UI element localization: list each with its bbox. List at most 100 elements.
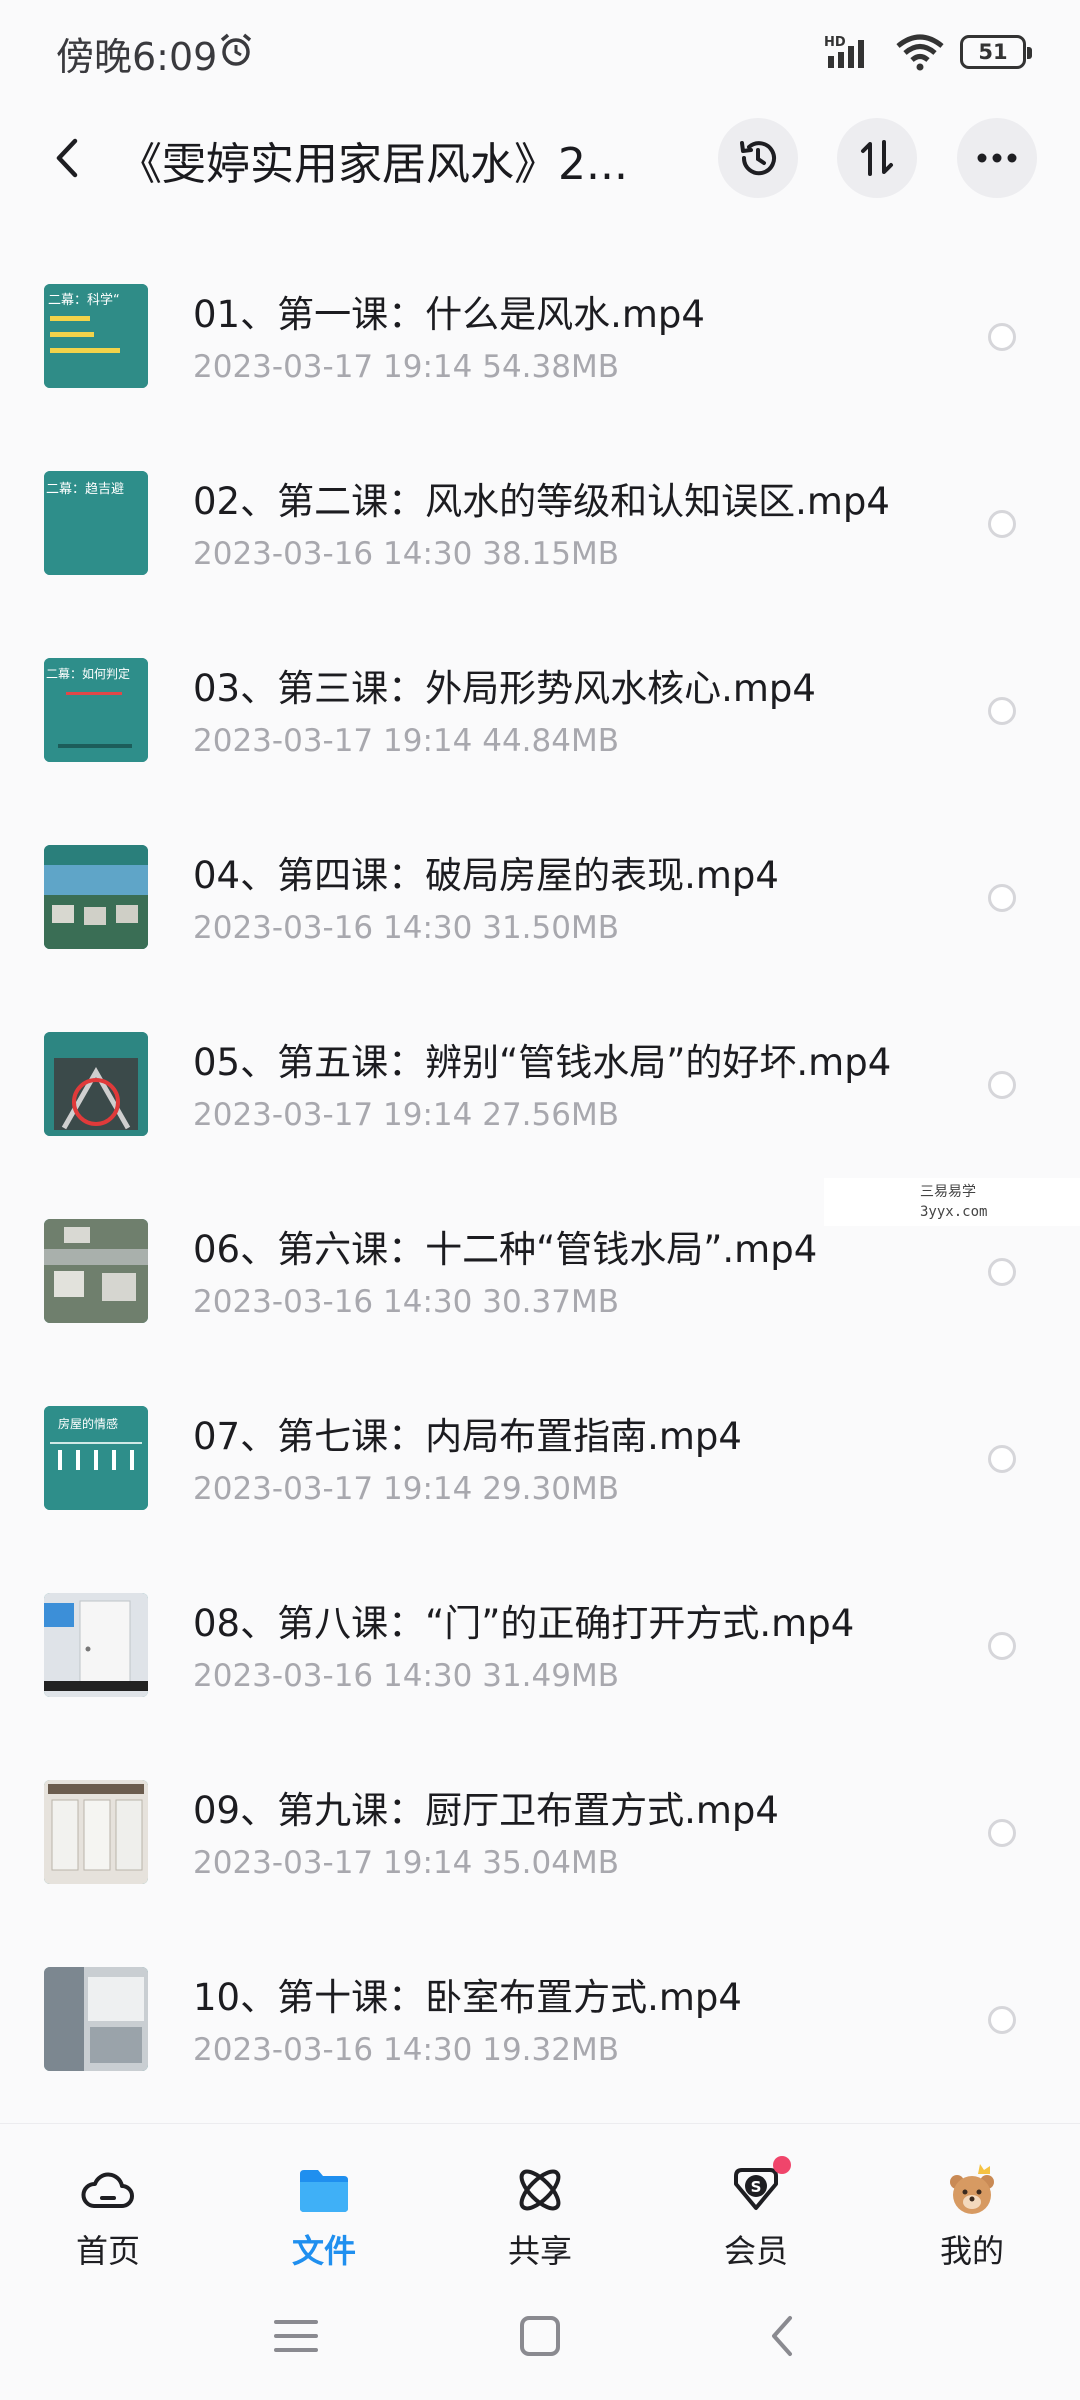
chevron-left-icon [56,138,78,178]
file-meta: 2023-03-16 14:30 30.37MB [193,1284,619,1320]
file-meta: 2023-03-17 19:14 44.84MB [193,723,619,759]
file-date: 2023-03-17 [193,1845,374,1881]
signal-icon: HD [824,35,864,68]
wifi-icon [896,34,944,71]
file-name: 01、第一课：什么是风水.mp4 [193,293,705,336]
video-thumbnail [44,1593,148,1697]
folder-icon [300,2170,348,2212]
tab-files[interactable]: 文件 [259,2162,389,2272]
file-meta: 2023-03-17 19:14 29.30MB [193,1471,619,1507]
alarm-icon [220,33,252,66]
video-thumbnail [44,1032,148,1136]
file-row[interactable]: 04、第四课：破局房屋的表现.mp4 2023-03-16 14:30 31.5… [0,781,1080,968]
select-radio[interactable] [988,1445,1016,1473]
file-size: 31.50MB [482,910,619,946]
file-name: 08、第八课：“门”的正确打开方式.mp4 [193,1602,855,1645]
watermark-line2: 3yyx.com [920,1204,988,1220]
file-date: 2023-03-16 [193,1658,374,1694]
file-row[interactable]: 二幕：趋吉避 02、第二课：风水的等级和认知误区.mp4 2023-03-16 … [0,407,1080,594]
file-size: 38.15MB [482,536,619,572]
network-type-label: HD [824,35,846,50]
file-date: 2023-03-16 [193,1284,374,1320]
status-bar: 傍晚6:09 HD 51 [0,0,1080,100]
bear-avatar-icon [950,2164,994,2214]
select-radio[interactable] [988,1258,1016,1286]
file-row[interactable]: 05、第五课：辨别“管钱水局”的好坏.mp4 2023-03-17 19:14 … [0,968,1080,1155]
file-meta: 2023-03-16 14:30 31.50MB [193,910,619,946]
sort-icon [861,140,893,176]
tab-label: 会员 [723,2232,788,2270]
file-row[interactable]: 08、第八课：“门”的正确打开方式.mp4 2023-03-16 14:30 3… [0,1529,1080,1716]
file-name: 04、第四课：破局房屋的表现.mp4 [193,854,779,897]
select-radio[interactable] [988,323,1016,351]
select-radio[interactable] [988,1632,1016,1660]
tab-mine[interactable]: 我的 [907,2162,1037,2272]
tab-home[interactable]: 首页 [43,2162,173,2272]
file-time: 14:30 [383,536,473,572]
menu-icon[interactable] [268,2308,324,2364]
file-meta: 2023-03-16 14:30 31.49MB [193,1658,619,1694]
file-time: 19:14 [383,1097,473,1133]
battery-icon: 51 [960,35,1032,69]
file-date: 2023-03-17 [193,723,374,759]
file-date: 2023-03-16 [193,2032,374,2068]
file-time: 14:30 [383,1284,473,1320]
file-size: 29.30MB [482,1471,619,1507]
file-name: 03、第三课：外局形势风水核心.mp4 [193,667,816,710]
file-date: 2023-03-17 [193,1471,374,1507]
history-button[interactable] [718,118,798,198]
file-name: 02、第二课：风水的等级和认知误区.mp4 [193,480,890,523]
file-row[interactable]: 房屋的情感 07、第七课：内局布置指南.mp4 2023-03-17 19:14… [0,1342,1080,1529]
file-row[interactable]: 二幕：科学“ 01、第一课：什么是风水.mp4 2023-03-17 19:14… [0,220,1080,407]
file-row[interactable]: 二幕：如何判定 03、第三课：外局形势风水核心.mp4 2023-03-17 1… [0,594,1080,781]
video-thumbnail [44,1780,148,1884]
file-size: 30.37MB [482,1284,619,1320]
thumbnail-caption: 二幕：如何判定 [46,666,130,681]
file-time: 14:30 [383,1658,473,1694]
file-name: 09、第九课：厨厅卫布置方式.mp4 [193,1789,779,1832]
tab-label: 文件 [291,2232,356,2270]
file-list: 二幕：科学“ 01、第一课：什么是风水.mp4 2023-03-17 19:14… [0,220,1080,2120]
file-size: 44.84MB [482,723,619,759]
system-nav-bar [0,2270,1080,2400]
video-thumbnail: 房屋的情感 [44,1406,148,1510]
select-radio[interactable] [988,1819,1016,1847]
file-meta: 2023-03-16 14:30 38.15MB [193,536,619,572]
file-time: 19:14 [383,1845,473,1881]
select-radio[interactable] [988,510,1016,538]
file-time: 19:14 [383,349,473,385]
select-radio[interactable] [988,884,1016,912]
file-row[interactable]: 09、第九课：厨厅卫布置方式.mp4 2023-03-17 19:14 35.0… [0,1716,1080,1903]
file-size: 35.04MB [482,1845,619,1881]
thumbnail-caption: 二幕：趋吉避 [46,482,124,497]
notification-dot [773,2156,791,2174]
select-radio[interactable] [988,697,1016,725]
bottom-tab-bar: 首页 文件 共享 S 会员 我的 [0,2123,1080,2270]
video-thumbnail [44,845,148,949]
file-name: 07、第七课：内局布置指南.mp4 [193,1415,742,1458]
file-meta: 2023-03-17 19:14 35.04MB [193,1845,619,1881]
video-thumbnail [44,1967,148,2071]
file-size: 27.56MB [482,1097,619,1133]
file-time: 19:14 [383,723,473,759]
home-square-icon[interactable] [512,2308,568,2364]
file-date: 2023-03-16 [193,536,374,572]
select-radio[interactable] [988,2006,1016,2034]
video-thumbnail [44,1219,148,1323]
file-date: 2023-03-17 [193,1097,374,1133]
tab-share[interactable]: 共享 [475,2162,605,2272]
more-options-button[interactable] [957,118,1037,198]
file-row[interactable]: 10、第十课：卧室布置方式.mp4 2023-03-16 14:30 19.32… [0,1903,1080,2090]
file-name: 10、第十课：卧室布置方式.mp4 [193,1976,742,2019]
battery-level: 51 [978,40,1008,64]
file-name: 05、第五课：辨别“管钱水局”的好坏.mp4 [193,1041,892,1084]
select-radio[interactable] [988,1071,1016,1099]
file-meta: 2023-03-17 19:14 27.56MB [193,1097,619,1133]
file-date: 2023-03-16 [193,910,374,946]
tab-vip[interactable]: S 会员 [691,2156,821,2272]
header: 《雯婷实用家居风水》2... [0,100,1080,220]
sort-button[interactable] [837,118,917,198]
video-thumbnail: 二幕：如何判定 [44,658,148,762]
back-triangle-icon[interactable] [756,2308,812,2364]
back-button[interactable] [40,130,96,186]
